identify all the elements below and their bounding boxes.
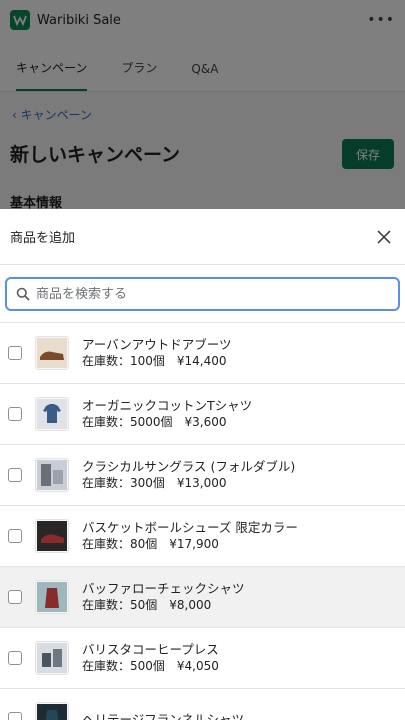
- product-meta: 在庫数：300個 ¥13,000: [82, 476, 227, 490]
- product-checkbox[interactable]: [8, 590, 22, 604]
- product-row[interactable]: アーバンアウトドアブーツ 在庫数：100個 ¥14,400: [0, 323, 405, 384]
- product-thumbnail: [35, 519, 69, 553]
- search-field[interactable]: [5, 277, 400, 311]
- product-checkbox[interactable]: [8, 346, 22, 360]
- product-thumbnail: [35, 458, 69, 492]
- product-row[interactable]: バリスタコーヒープレス 在庫数：500個 ¥4,050: [0, 628, 405, 689]
- product-row[interactable]: オーガニックコットンTシャツ 在庫数：5000個 ¥3,600: [0, 384, 405, 445]
- product-meta: 在庫数：50個 ¥8,000: [82, 598, 212, 612]
- product-thumbnail: [35, 336, 69, 370]
- product-list: アーバンアウトドアブーツ 在庫数：100個 ¥14,400 オーガニックコットンT…: [0, 323, 405, 720]
- product-name: バッファローチェックシャツ: [82, 581, 245, 596]
- product-thumbnail: [35, 580, 69, 614]
- close-button[interactable]: [373, 226, 395, 248]
- product-meta: 在庫数：100個 ¥14,400: [82, 354, 227, 368]
- search-input[interactable]: [36, 286, 366, 302]
- sheet-title: 商品を追加: [10, 231, 76, 246]
- product-meta: 在庫数：5000個 ¥3,600: [82, 415, 227, 429]
- product-thumbnail: [35, 702, 69, 720]
- product-name: オーガニックコットンTシャツ: [82, 398, 253, 413]
- product-checkbox[interactable]: [8, 651, 22, 665]
- product-meta: 在庫数：80個 ¥17,900: [82, 537, 219, 551]
- add-product-sheet: 商品を追加 アーバンアウトドアブーツ在庫数：100個 ¥14,400 オーガニッ…: [0, 209, 405, 720]
- product-row[interactable]: バッファローチェックシャツ 在庫数：50個 ¥8,000: [0, 567, 405, 628]
- product-name: アーバンアウトドアブーツ: [82, 337, 232, 352]
- product-name: バスケットボールシューズ 限定カラー: [82, 520, 298, 535]
- product-checkbox[interactable]: [8, 712, 22, 720]
- product-meta: 在庫数：500個 ¥4,050: [82, 659, 219, 673]
- product-row[interactable]: ヘリテージフランネルシャツ: [0, 689, 405, 720]
- search-icon: [16, 287, 30, 301]
- product-thumbnail: [35, 641, 69, 675]
- product-checkbox[interactable]: [8, 468, 22, 482]
- product-thumbnail: [35, 397, 69, 431]
- close-icon: [377, 229, 391, 244]
- product-name: クラシカルサングラス (フォルダブル): [82, 459, 296, 474]
- product-checkbox[interactable]: [8, 529, 22, 543]
- search-area: [0, 265, 405, 323]
- product-name: ヘリテージフランネルシャツ: [82, 711, 245, 720]
- sheet-header: 商品を追加: [0, 209, 405, 265]
- product-checkbox[interactable]: [8, 407, 22, 421]
- product-row[interactable]: クラシカルサングラス (フォルダブル) 在庫数：300個 ¥13,000: [0, 445, 405, 506]
- product-name: バリスタコーヒープレス: [82, 642, 219, 657]
- product-row[interactable]: バスケットボールシューズ 限定カラー 在庫数：80個 ¥17,900: [0, 506, 405, 567]
